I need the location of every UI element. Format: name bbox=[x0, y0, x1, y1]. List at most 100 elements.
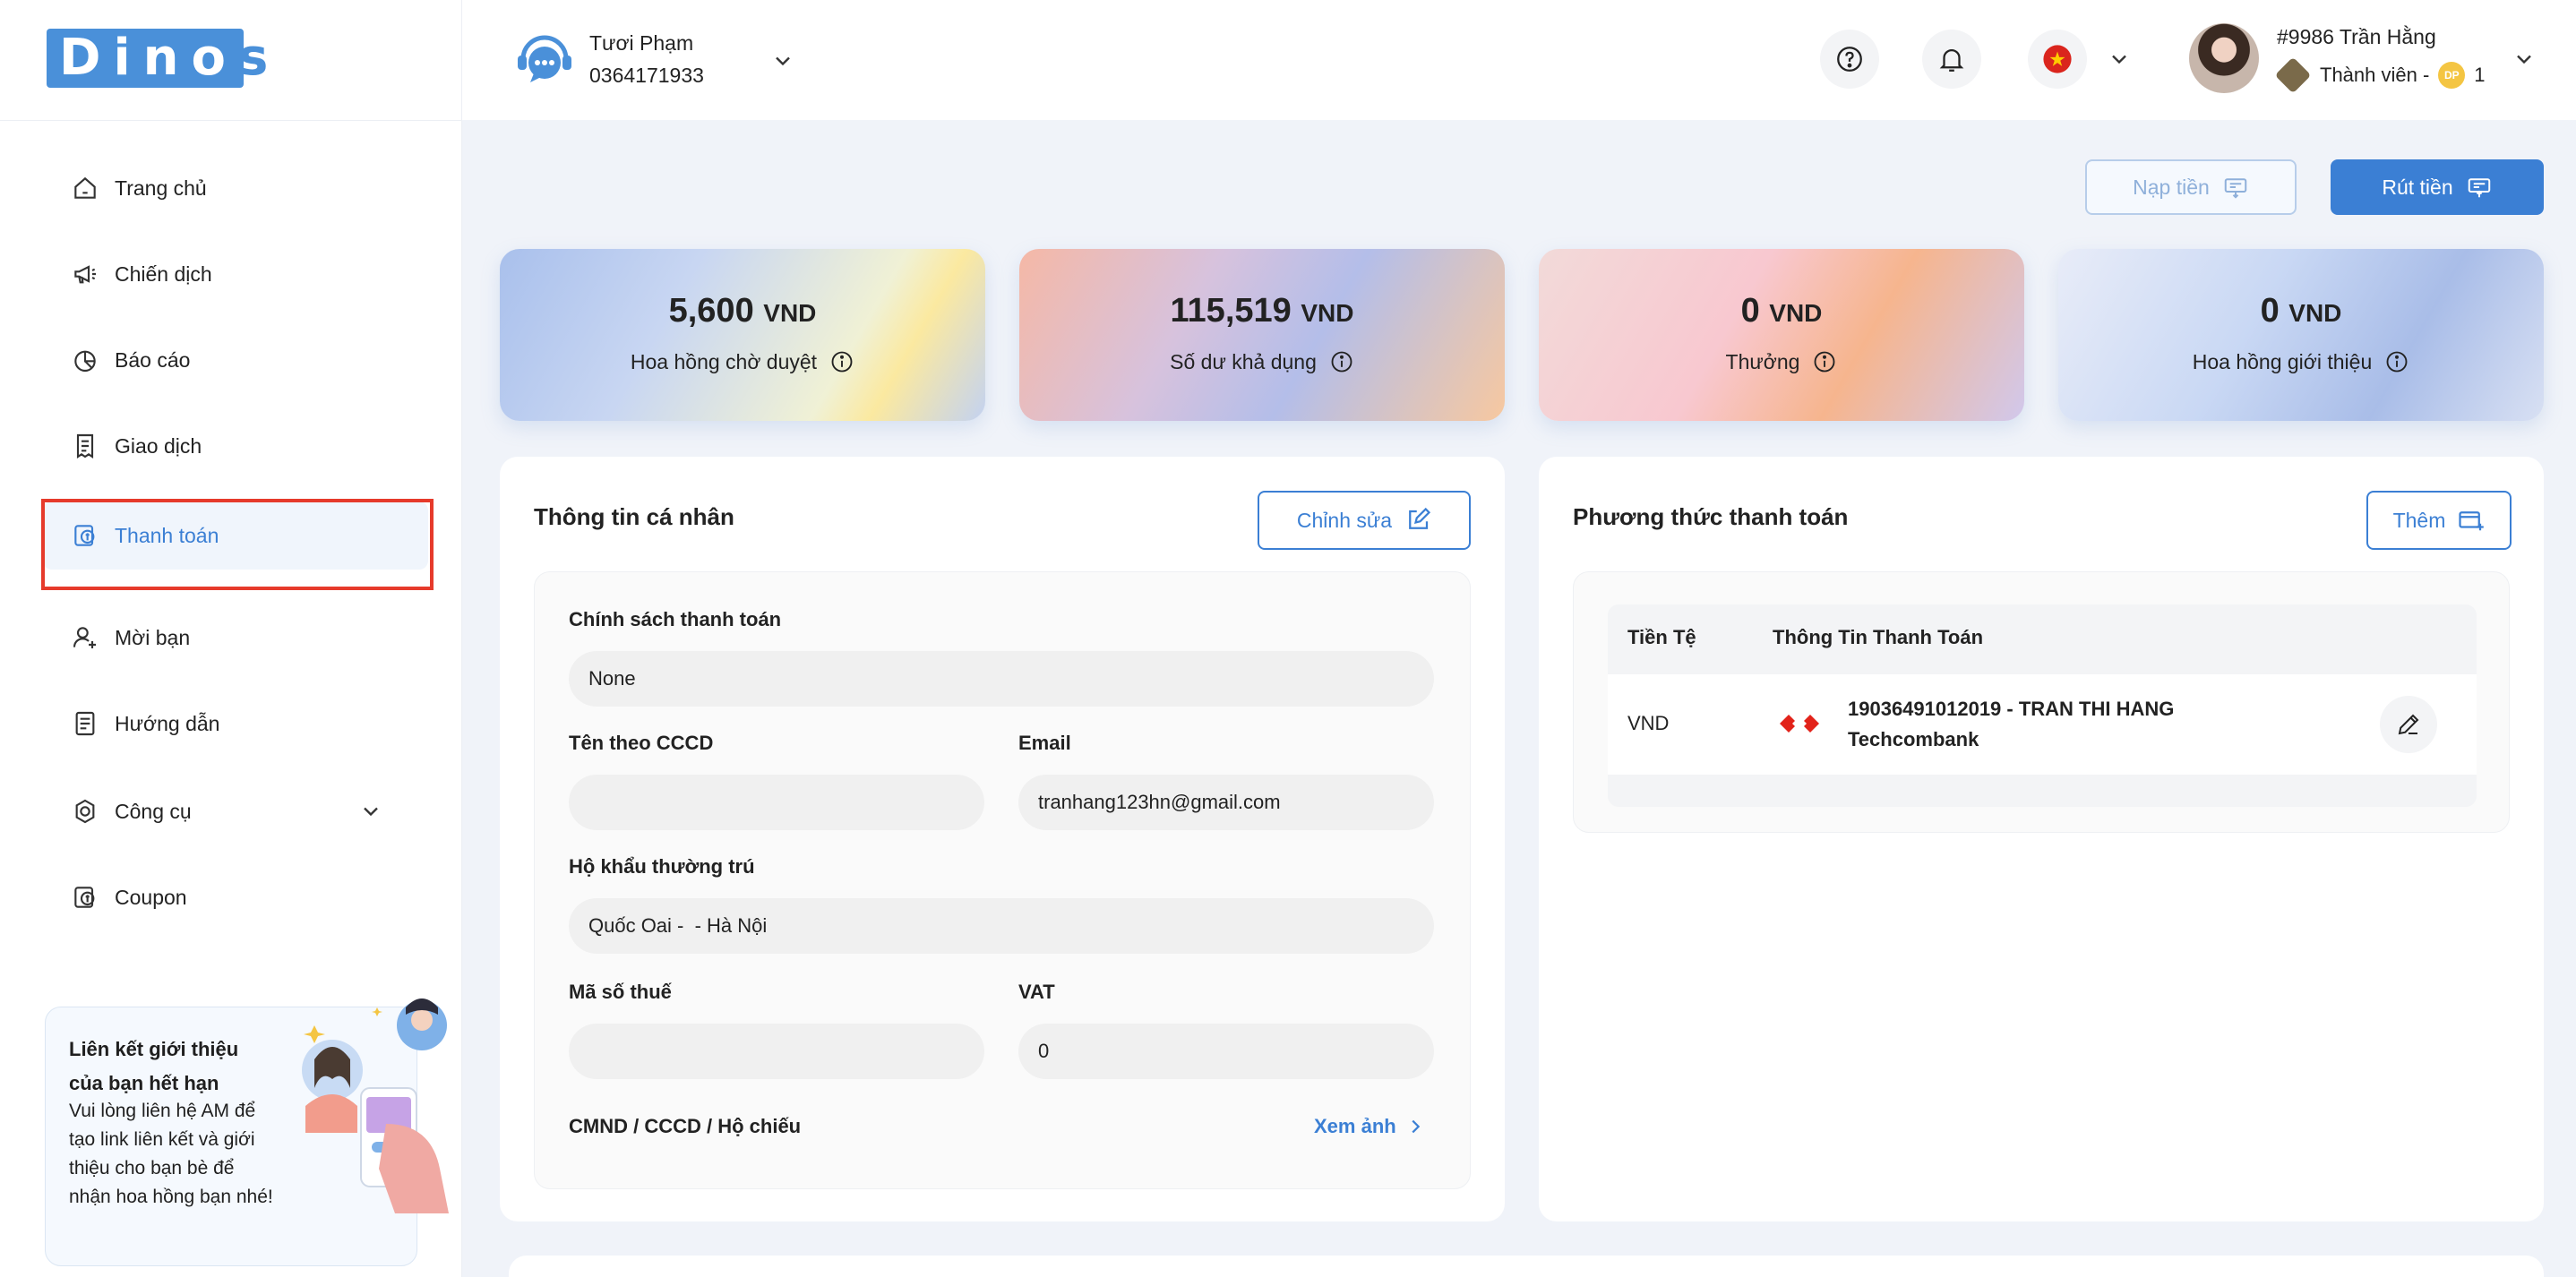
document-icon bbox=[70, 708, 100, 739]
pencil-icon bbox=[2398, 714, 2419, 735]
personal-info-panel: Chính sách thanh toán None Tên theo CCCD… bbox=[534, 571, 1471, 1189]
withdraw-label: Rút tiền bbox=[2382, 175, 2453, 199]
withdraw-button[interactable]: Rút tiền bbox=[2331, 159, 2544, 215]
stat-number: 115,519 bbox=[1170, 292, 1292, 330]
payment-method-card: Phương thức thanh toán Thêm Tiền Tệ Thôn… bbox=[1539, 457, 2544, 1221]
email-field[interactable]: tranhang123hn@gmail.com bbox=[1018, 775, 1434, 830]
info-icon[interactable] bbox=[1329, 349, 1354, 374]
stat-unit: VND bbox=[2288, 299, 2342, 327]
question-icon bbox=[1837, 47, 1862, 72]
sidebar-item-invite[interactable]: Mời bạn bbox=[43, 600, 428, 675]
stat-value: 5,600 VND bbox=[500, 292, 985, 330]
topup-label: Nạp tiền bbox=[2133, 175, 2210, 199]
wallet-in-icon bbox=[2224, 178, 2247, 199]
dinos-logo[interactable]: Dinos bbox=[47, 29, 290, 88]
view-photo-label: Xem ảnh bbox=[1314, 1115, 1396, 1137]
chevron-down-icon[interactable] bbox=[358, 799, 383, 824]
table-row: VND 19036491012019 - TRAN THI HANG Techc… bbox=[1608, 674, 2477, 775]
policy-label: Chính sách thanh toán bbox=[569, 608, 782, 630]
policy-field[interactable]: None bbox=[569, 651, 1434, 707]
edit-payment-button[interactable] bbox=[2380, 696, 2437, 753]
logo-text: Dinos bbox=[47, 29, 290, 88]
chevron-right-icon bbox=[1412, 1119, 1420, 1134]
stat-unit: VND bbox=[1769, 299, 1823, 327]
id-document-label: CMND / CCCD / Hộ chiếu bbox=[569, 1115, 802, 1137]
next-section-card bbox=[509, 1256, 2544, 1277]
sidebar-item-label: Trang chủ bbox=[115, 176, 207, 200]
home-icon bbox=[70, 173, 100, 203]
card-title: Thông tin cá nhân bbox=[534, 503, 734, 530]
support-name: Tươi Phạm bbox=[589, 31, 694, 55]
language-button[interactable] bbox=[2028, 30, 2087, 89]
rank-badge-icon bbox=[2274, 56, 2312, 94]
vietnam-flag-icon bbox=[2043, 45, 2072, 73]
vat-field[interactable]: 0 bbox=[1018, 1024, 1434, 1079]
stat-label: Thưởng bbox=[1539, 349, 2024, 374]
sidebar-item-guide[interactable]: Hướng dẫn bbox=[43, 686, 428, 761]
sidebar-item-report[interactable]: Báo cáo bbox=[43, 322, 428, 398]
coin-count: 1 bbox=[2474, 64, 2486, 86]
logo-text-main: Dino bbox=[59, 29, 239, 87]
support-phone: 0364171933 bbox=[589, 64, 704, 87]
edit-profile-button[interactable]: Chỉnh sửa bbox=[1258, 491, 1471, 550]
tax-field[interactable] bbox=[569, 1024, 984, 1079]
sidebar-item-tools[interactable]: Công cụ bbox=[43, 774, 428, 849]
info-icon[interactable] bbox=[2384, 349, 2409, 374]
coupon-icon bbox=[70, 882, 100, 913]
stat-label-text: Số dư khả dụng bbox=[1170, 349, 1317, 373]
add-user-icon bbox=[70, 622, 100, 653]
stat-value: 0 VND bbox=[2058, 292, 2544, 330]
name-label: Tên theo CCCD bbox=[569, 732, 714, 754]
add-payment-button[interactable]: Thêm bbox=[2366, 491, 2512, 550]
payment-methods-panel: Tiền Tệ Thông Tin Thanh Toán VND 1903649… bbox=[1573, 571, 2510, 833]
sidebar-item-home[interactable]: Trang chủ bbox=[43, 150, 428, 226]
referral-expired-card: Liên kết giới thiệu của bạn hết hạn Vui … bbox=[45, 998, 449, 1266]
chevron-down-icon[interactable] bbox=[2512, 47, 2537, 72]
address-field[interactable]: Quốc Oai - - Hà Nội bbox=[569, 898, 1434, 954]
sidebar-item-transactions[interactable]: Giao dịch bbox=[43, 408, 428, 484]
stat-label: Hoa hồng chờ duyệt bbox=[500, 349, 985, 374]
table-header: Tiền Tệ Thông Tin Thanh Toán bbox=[1608, 604, 2477, 674]
coin-icon: DP bbox=[2438, 62, 2466, 89]
add-card-icon bbox=[2459, 511, 2485, 531]
help-button[interactable] bbox=[1820, 30, 1879, 89]
name-field[interactable] bbox=[569, 775, 984, 830]
wallet-out-icon bbox=[2468, 178, 2490, 198]
row-account: 19036491012019 - TRAN THI HANG bbox=[1848, 698, 2175, 720]
sidebar-item-label: Giao dịch bbox=[115, 433, 202, 458]
notification-button[interactable] bbox=[1922, 30, 1981, 89]
stat-number: 5,600 bbox=[668, 292, 754, 330]
active-item-highlight bbox=[41, 499, 434, 590]
tool-icon bbox=[70, 796, 100, 827]
info-icon[interactable] bbox=[829, 349, 854, 374]
chevron-down-icon[interactable] bbox=[770, 48, 795, 73]
stat-label: Hoa hồng giới thiệu bbox=[2058, 349, 2544, 374]
table-footer bbox=[1608, 775, 2477, 807]
email-label: Email bbox=[1018, 732, 1071, 754]
sidebar-item-coupon[interactable]: Coupon bbox=[43, 860, 428, 935]
sidebar-item-label: Coupon bbox=[115, 885, 187, 909]
info-icon[interactable] bbox=[1812, 349, 1837, 374]
stat-unit: VND bbox=[763, 299, 817, 327]
promo-title: Liên kết giới thiệu của bạn hết hạn bbox=[69, 1038, 239, 1094]
support-info: Tươi Phạm 0364171933 bbox=[589, 27, 704, 91]
column-currency: Tiền Tệ bbox=[1627, 626, 1696, 648]
top-header: Tươi Phạm 0364171933 #9986 Trần Hằng Thà… bbox=[462, 0, 2576, 120]
promo-text: Vui lòng liên hệ AM để tạo link liên kết… bbox=[69, 1101, 273, 1207]
address-label: Hộ khẩu thường trú bbox=[569, 855, 755, 878]
stat-label: Số dư khả dụng bbox=[1019, 349, 1505, 374]
edit-label: Chỉnh sửa bbox=[1296, 508, 1393, 532]
chevron-down-icon[interactable] bbox=[2107, 47, 2132, 72]
topup-button[interactable]: Nạp tiền bbox=[2085, 159, 2297, 215]
user-menu[interactable]: #9986 Trần Hằng Thành viên - DP 1 bbox=[2189, 21, 2565, 99]
stat-label-text: Thưởng bbox=[1725, 349, 1800, 373]
view-photo-link[interactable]: Xem ảnh bbox=[1314, 1115, 1425, 1138]
row-currency: VND bbox=[1627, 712, 1670, 734]
user-name: #9986 Trần Hằng bbox=[2277, 25, 2436, 48]
support-contact[interactable]: Tươi Phạm 0364171933 bbox=[512, 27, 790, 91]
stat-number: 0 bbox=[1740, 292, 1760, 330]
pie-chart-icon bbox=[70, 345, 100, 375]
card-title: Phương thức thanh toán bbox=[1573, 503, 1849, 530]
sidebar-item-campaign[interactable]: Chiến dịch bbox=[43, 236, 428, 312]
sidebar-item-label: Công cụ bbox=[115, 799, 192, 823]
